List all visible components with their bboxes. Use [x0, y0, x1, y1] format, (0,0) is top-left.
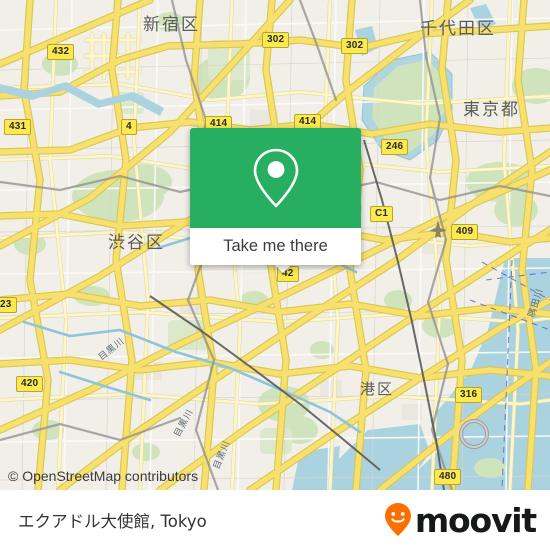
route-shield: 432	[47, 44, 75, 60]
route-shield: 23	[0, 297, 17, 313]
map-label-ward: 東京都	[463, 100, 520, 120]
moovit-map-screen: .w { fill:#aad3df; } .grn { fill:#cfe3bd…	[0, 0, 550, 550]
moovit-logo[interactable]: moovit	[383, 500, 537, 540]
map-attribution: © OpenStreetMap contributors	[8, 468, 199, 484]
route-shield: 420	[16, 376, 44, 392]
callout-tail	[274, 264, 292, 273]
take-me-there-card[interactable]: Take me there	[190, 128, 361, 265]
route-shield: 431	[4, 119, 32, 135]
take-me-there-label: Take me there	[223, 237, 328, 255]
map-pin-icon	[253, 148, 298, 208]
moovit-wordmark: moovit	[414, 500, 537, 540]
route-shield: 316	[455, 387, 483, 403]
moovit-pin-smile-icon	[384, 503, 411, 536]
map-label-ward: 港区	[360, 380, 395, 398]
route-shield: 246	[381, 139, 409, 155]
route-shield: 302	[262, 32, 290, 48]
place-title: エクアドル大使館, Tokyo	[18, 512, 207, 531]
card-pin-area	[190, 128, 361, 228]
map-label-ward: 新宿区	[143, 15, 200, 35]
footer-bar: エクアドル大使館, Tokyo moovit	[0, 490, 550, 550]
map-label-ward: 千代田区	[420, 19, 496, 39]
take-me-there-button[interactable]: Take me there	[190, 228, 361, 265]
route-shield: 302	[341, 38, 369, 54]
route-shield: 480	[434, 469, 462, 485]
map-label-ward: 渋谷区	[108, 233, 165, 253]
route-shield: 409	[451, 224, 479, 240]
route-shield: C1	[370, 206, 394, 222]
route-shield: 4	[121, 119, 137, 135]
